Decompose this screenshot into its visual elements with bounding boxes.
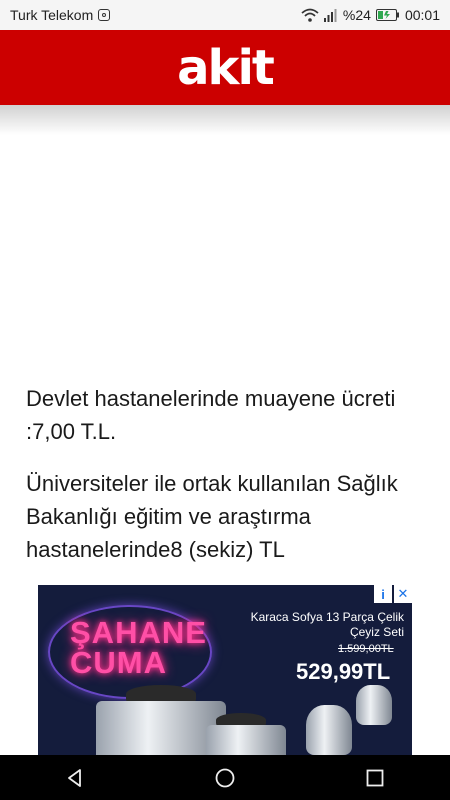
ad-price: 529,99TL	[296, 659, 391, 684]
recents-icon[interactable]	[364, 767, 386, 789]
teapot-small	[356, 685, 392, 725]
clock: 00:01	[404, 7, 440, 23]
wifi-icon	[301, 8, 319, 22]
status-left: Turk Telekom	[10, 7, 111, 23]
pot-small	[206, 725, 286, 755]
battery-icon	[375, 9, 399, 21]
ad-product-name: Karaca Sofya 13 Parça Çelik Çeyiz Seti	[250, 610, 404, 639]
site-header: akit	[0, 30, 450, 105]
back-icon[interactable]	[64, 767, 86, 789]
ad-banner[interactable]: ŞAHANE CUMA Karaca Sofya 13 Parça Çelik …	[38, 585, 412, 755]
ad-controls: i ✕	[374, 585, 412, 603]
header-shadow	[0, 105, 450, 135]
ad-headline-line2: CUMA	[70, 645, 167, 680]
ad-info-button[interactable]: i	[374, 585, 392, 603]
battery-percent: %24	[342, 7, 371, 23]
teapot-large	[306, 705, 352, 755]
ad-close-button[interactable]: ✕	[394, 585, 412, 603]
instagram-icon	[98, 9, 111, 21]
site-logo[interactable]: akit	[177, 44, 275, 92]
article-paragraph: Üniversiteler ile ortak kullanılan Sağlı…	[26, 471, 398, 562]
article-paragraph: Devlet hastanelerinde muayene ücreti :7,…	[26, 386, 396, 444]
carrier-label: Turk Telekom	[10, 7, 94, 23]
navigation-bar	[0, 755, 450, 800]
home-icon[interactable]	[214, 767, 236, 789]
signal-icon	[323, 9, 337, 22]
article-body: Devlet hastanelerinde muayene ücreti :7,…	[26, 382, 431, 585]
status-bar: Turk Telekom %24 00:01	[0, 0, 450, 30]
status-right: %24 00:01	[301, 7, 440, 23]
ad-old-price: 1.599,00TL	[338, 643, 394, 655]
